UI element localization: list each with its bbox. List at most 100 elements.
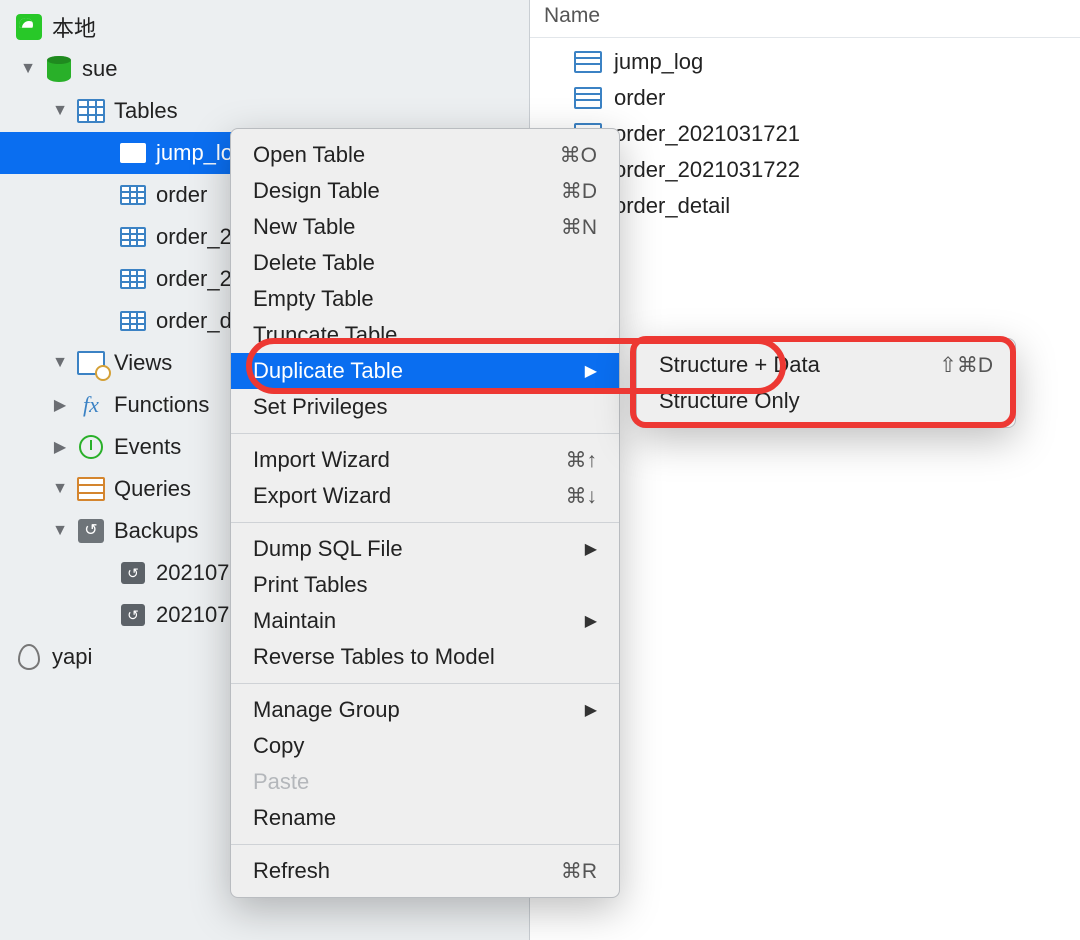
menu-duplicate-table[interactable]: Duplicate Table ▶ [231,353,619,389]
table-label: order_2 [156,266,232,292]
shortcut: ⌘O [560,143,597,168]
table-icon [118,307,148,335]
menu-label: Design Table [253,178,380,204]
backup-file-icon [118,601,148,629]
menu-design-table[interactable]: Design Table ⌘D [231,173,619,209]
menu-label: Duplicate Table [253,358,403,384]
menu-rename[interactable]: Rename [231,800,619,836]
backups-icon [76,517,106,545]
menu-label: Export Wizard [253,483,391,509]
disclosure-icon: ▶ [52,437,68,457]
menu-set-privileges[interactable]: Set Privileges [231,389,619,425]
duplicate-submenu: Structure + Data ⇧⌘D Structure Only [636,338,1016,428]
context-menu: Open Table ⌘O Design Table ⌘D New Table … [230,128,620,898]
menu-truncate-table[interactable]: Truncate Table [231,317,619,353]
menu-label: Reverse Tables to Model [253,644,495,670]
table-name: order_detail [614,193,730,219]
menu-export-wizard[interactable]: Export Wizard ⌘↓ [231,478,619,514]
menu-label: Open Table [253,142,365,168]
backup-label: 202107 [156,560,229,586]
tables-label: Tables [114,98,178,124]
database-label: sue [82,56,117,82]
shortcut: ⌘N [561,215,597,240]
table-name: jump_log [614,49,703,75]
submenu-structure-data[interactable]: Structure + Data ⇧⌘D [637,347,1015,383]
menu-label: Empty Table [253,286,374,312]
conn-label: 本地 [52,11,96,43]
menu-label: Paste [253,769,309,795]
menu-label: Copy [253,733,304,759]
menu-reverse-model[interactable]: Reverse Tables to Model [231,639,619,675]
menu-delete-table[interactable]: Delete Table [231,245,619,281]
chevron-right-icon: ▶ [585,700,597,720]
backup-label: 202107 [156,602,229,628]
menu-paste: Paste [231,764,619,800]
menu-label: Refresh [253,858,330,884]
conn-label: yapi [52,644,92,670]
table-label: order [156,182,207,208]
menu-print-tables[interactable]: Print Tables [231,567,619,603]
shortcut: ⇧⌘D [939,353,993,378]
disclosure-icon: ▼ [52,480,68,498]
events-label: Events [114,434,181,460]
menu-label: Dump SQL File [253,536,403,562]
tables-group[interactable]: ▼ Tables [0,90,529,132]
views-icon [76,349,106,377]
column-header-name[interactable]: Name [530,0,1080,38]
shortcut: ⌘↑ [566,448,598,473]
disclosure-icon: ▼ [52,354,68,372]
menu-empty-table[interactable]: Empty Table [231,281,619,317]
menu-import-wizard[interactable]: Import Wizard ⌘↑ [231,442,619,478]
menu-label: Maintain [253,608,336,634]
menu-separator [231,683,619,684]
table-label: order_d [156,308,232,334]
connection-icon [14,13,44,41]
views-label: Views [114,350,172,376]
queries-icon [76,475,106,503]
table-icon [574,87,602,109]
queries-label: Queries [114,476,191,502]
menu-new-table[interactable]: New Table ⌘N [231,209,619,245]
menu-manage-group[interactable]: Manage Group ▶ [231,692,619,728]
list-item[interactable]: order [530,80,1080,116]
menu-refresh[interactable]: Refresh ⌘R [231,853,619,889]
disclosure-icon: ▼ [20,60,36,78]
list-item[interactable]: jump_log [530,44,1080,80]
events-icon [76,433,106,461]
table-name: order [614,85,665,111]
menu-maintain[interactable]: Maintain ▶ [231,603,619,639]
table-icon [118,223,148,251]
conn-root[interactable]: 本地 [0,6,529,48]
menu-separator [231,433,619,434]
submenu-structure-only[interactable]: Structure Only [637,383,1015,419]
functions-label: Functions [114,392,209,418]
chevron-right-icon: ▶ [585,361,597,381]
table-icon [118,265,148,293]
shortcut: ⌘R [561,859,597,884]
menu-separator [231,844,619,845]
table-name: order_2021031722 [614,157,800,183]
menu-label: Print Tables [253,572,368,598]
chevron-right-icon: ▶ [585,611,597,631]
menu-label: Delete Table [253,250,375,276]
menu-label: Structure Only [659,388,800,414]
menu-copy[interactable]: Copy [231,728,619,764]
menu-label: Structure + Data [659,352,820,378]
functions-icon: fx [76,391,106,419]
connection-icon [14,643,44,671]
menu-label: Set Privileges [253,394,388,420]
menu-dump-sql[interactable]: Dump SQL File ▶ [231,531,619,567]
backups-label: Backups [114,518,198,544]
menu-open-table[interactable]: Open Table ⌘O [231,137,619,173]
disclosure-icon: ▼ [52,522,68,540]
menu-label: Import Wizard [253,447,390,473]
chevron-right-icon: ▶ [585,539,597,559]
backup-file-icon [118,559,148,587]
database-node[interactable]: ▼ sue [0,48,529,90]
menu-separator [231,522,619,523]
disclosure-icon: ▶ [52,395,68,415]
table-icon [118,139,148,167]
table-name: order_2021031721 [614,121,800,147]
table-label: order_2 [156,224,232,250]
table-icon [574,51,602,73]
